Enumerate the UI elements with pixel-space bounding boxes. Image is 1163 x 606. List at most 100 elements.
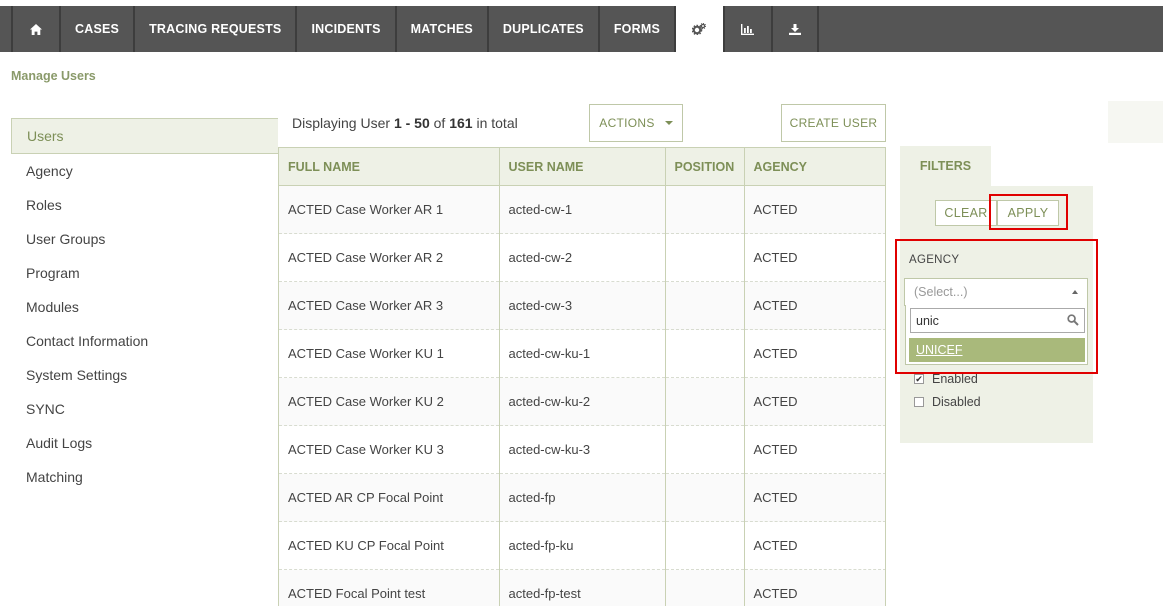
- table-row[interactable]: ACTED Case Worker AR 2 acted-cw-2 ACTED: [279, 233, 885, 282]
- nav-duplicates[interactable]: DUPLICATES: [486, 6, 598, 52]
- table-row[interactable]: ACTED AR CP Focal Point acted-fp ACTED: [279, 473, 885, 522]
- cell-full-name: ACTED Focal Point test: [279, 569, 500, 606]
- table-row[interactable]: ACTED Focal Point test acted-fp-test ACTED: [279, 569, 885, 606]
- disabled-label: Disabled: [932, 395, 981, 409]
- table-row[interactable]: ACTED Case Worker AR 1 acted-cw-1 ACTED: [279, 185, 885, 234]
- table-row[interactable]: ACTED Case Worker KU 3 acted-cw-ku-3 ACTED: [279, 425, 885, 474]
- sidebar-item-users[interactable]: Users: [11, 118, 278, 154]
- main-nav: CASES TRACING REQUESTS INCIDENTS MATCHES…: [0, 6, 1163, 52]
- tab-filters[interactable]: FILTERS: [900, 146, 991, 186]
- sidebar-item-audit-logs[interactable]: Audit Logs: [11, 426, 278, 460]
- table-row[interactable]: ACTED Case Worker KU 1 acted-cw-ku-1 ACTED: [279, 329, 885, 378]
- column-header-user-name[interactable]: USER NAME: [499, 147, 666, 186]
- disabled-checkbox[interactable]: [914, 397, 924, 407]
- cell-full-name: ACTED Case Worker KU 3: [279, 425, 500, 474]
- nav-exports[interactable]: [770, 6, 819, 52]
- nav-home[interactable]: [11, 6, 59, 52]
- sidebar-item-contact-information[interactable]: Contact Information: [11, 324, 278, 358]
- cell-agency: ACTED: [744, 377, 885, 426]
- cell-position: [665, 185, 745, 234]
- download-icon: [788, 23, 801, 35]
- users-table: FULL NAME USER NAME POSITION AGENCY ACTE…: [278, 147, 886, 606]
- nav-tracing-requests[interactable]: TRACING REQUESTS: [133, 6, 295, 52]
- pagination-of: of: [429, 115, 450, 131]
- nav-forms[interactable]: FORMS: [597, 6, 674, 52]
- table-header-row: FULL NAME USER NAME POSITION AGENCY: [279, 147, 885, 186]
- table-row[interactable]: ACTED KU CP Focal Point acted-fp-ku ACTED: [279, 521, 885, 570]
- nav-settings[interactable]: [673, 6, 723, 52]
- cell-full-name: ACTED Case Worker AR 2: [279, 233, 500, 282]
- pagination-range: 1 - 50: [393, 115, 430, 131]
- status-filter-disabled[interactable]: Disabled: [914, 395, 981, 409]
- table-body: ACTED Case Worker AR 1 acted-cw-1 ACTED ACT…: [279, 185, 885, 606]
- cell-position: [665, 233, 745, 282]
- column-header-position[interactable]: POSITION: [665, 147, 745, 186]
- cell-position: [665, 329, 745, 378]
- cell-agency: ACTED: [744, 569, 885, 606]
- cell-agency: ACTED: [744, 425, 885, 474]
- sidebar: Users Agency Roles User Groups Program M…: [11, 118, 278, 494]
- cell-user-name: acted-cw-1: [499, 185, 666, 234]
- cell-full-name: ACTED Case Worker KU 2: [279, 377, 500, 426]
- cell-position: [665, 569, 745, 606]
- cell-user-name: acted-cw-3: [499, 281, 666, 330]
- sidebar-item-system-settings[interactable]: System Settings: [11, 358, 278, 392]
- cell-position: [665, 425, 745, 474]
- column-header-agency[interactable]: AGENCY: [744, 147, 885, 186]
- annotation-highlight-agency-filter: [895, 239, 1098, 374]
- status-filter-enabled[interactable]: ✔ Enabled: [914, 372, 978, 386]
- cell-position: [665, 473, 745, 522]
- cell-user-name: acted-cw-ku-3: [499, 425, 666, 474]
- nav-cases[interactable]: CASES: [59, 6, 133, 52]
- cell-full-name: ACTED KU CP Focal Point: [279, 521, 500, 570]
- table-row[interactable]: ACTED Case Worker AR 3 acted-cw-3 ACTED: [279, 281, 885, 330]
- sidebar-item-sync[interactable]: SYNC: [11, 392, 278, 426]
- breadcrumb[interactable]: Manage Users: [11, 69, 96, 83]
- cell-full-name: ACTED Case Worker KU 1: [279, 329, 500, 378]
- cell-user-name: acted-cw-ku-1: [499, 329, 666, 378]
- actions-button[interactable]: ACTIONS: [589, 104, 683, 142]
- nav-incidents[interactable]: INCIDENTS: [295, 6, 394, 52]
- cell-user-name: acted-fp: [499, 473, 666, 522]
- column-header-full-name[interactable]: FULL NAME: [279, 147, 500, 186]
- sidebar-item-roles[interactable]: Roles: [11, 188, 278, 222]
- cell-position: [665, 281, 745, 330]
- sidebar-item-program[interactable]: Program: [11, 256, 278, 290]
- enabled-label: Enabled: [932, 372, 978, 386]
- chevron-down-icon: [664, 121, 673, 125]
- cell-full-name: ACTED Case Worker AR 1: [279, 185, 500, 234]
- nav-matches[interactable]: MATCHES: [394, 6, 487, 52]
- cell-user-name: acted-cw-2: [499, 233, 666, 282]
- home-icon: [30, 23, 42, 35]
- cell-user-name: acted-fp-test: [499, 569, 666, 606]
- pagination-prefix: Displaying User: [292, 115, 394, 131]
- pagination-summary: Displaying User 1 - 50 of 161 in total: [292, 115, 518, 131]
- sidebar-item-modules[interactable]: Modules: [11, 290, 278, 324]
- pagination-suffix: in total: [472, 115, 518, 131]
- cell-agency: ACTED: [744, 233, 885, 282]
- cell-position: [665, 521, 745, 570]
- cell-user-name: acted-cw-ku-2: [499, 377, 666, 426]
- cell-agency: ACTED: [744, 185, 885, 234]
- sidebar-item-matching[interactable]: Matching: [11, 460, 278, 494]
- nav-reports[interactable]: [722, 6, 771, 52]
- actions-button-label: ACTIONS: [599, 116, 655, 130]
- annotation-highlight-apply: [989, 194, 1068, 230]
- cell-full-name: ACTED AR CP Focal Point: [279, 473, 500, 522]
- cell-full-name: ACTED Case Worker AR 3: [279, 281, 500, 330]
- pagination-total: 161: [449, 115, 473, 131]
- clear-button[interactable]: CLEAR: [935, 200, 997, 226]
- sidebar-item-agency[interactable]: Agency: [11, 154, 278, 188]
- table-row[interactable]: ACTED Case Worker KU 2 acted-cw-ku-2 ACTED: [279, 377, 885, 426]
- create-user-button[interactable]: CREATE USER: [781, 104, 886, 142]
- cell-agency: ACTED: [744, 521, 885, 570]
- enabled-checkbox[interactable]: ✔: [914, 374, 924, 384]
- cell-user-name: acted-fp-ku: [499, 521, 666, 570]
- filters-header-background: [1108, 101, 1163, 143]
- sidebar-item-user-groups[interactable]: User Groups: [11, 222, 278, 256]
- bar-chart-icon: [741, 23, 755, 35]
- cell-agency: ACTED: [744, 329, 885, 378]
- cell-position: [665, 377, 745, 426]
- cell-agency: ACTED: [744, 281, 885, 330]
- cell-agency: ACTED: [744, 473, 885, 522]
